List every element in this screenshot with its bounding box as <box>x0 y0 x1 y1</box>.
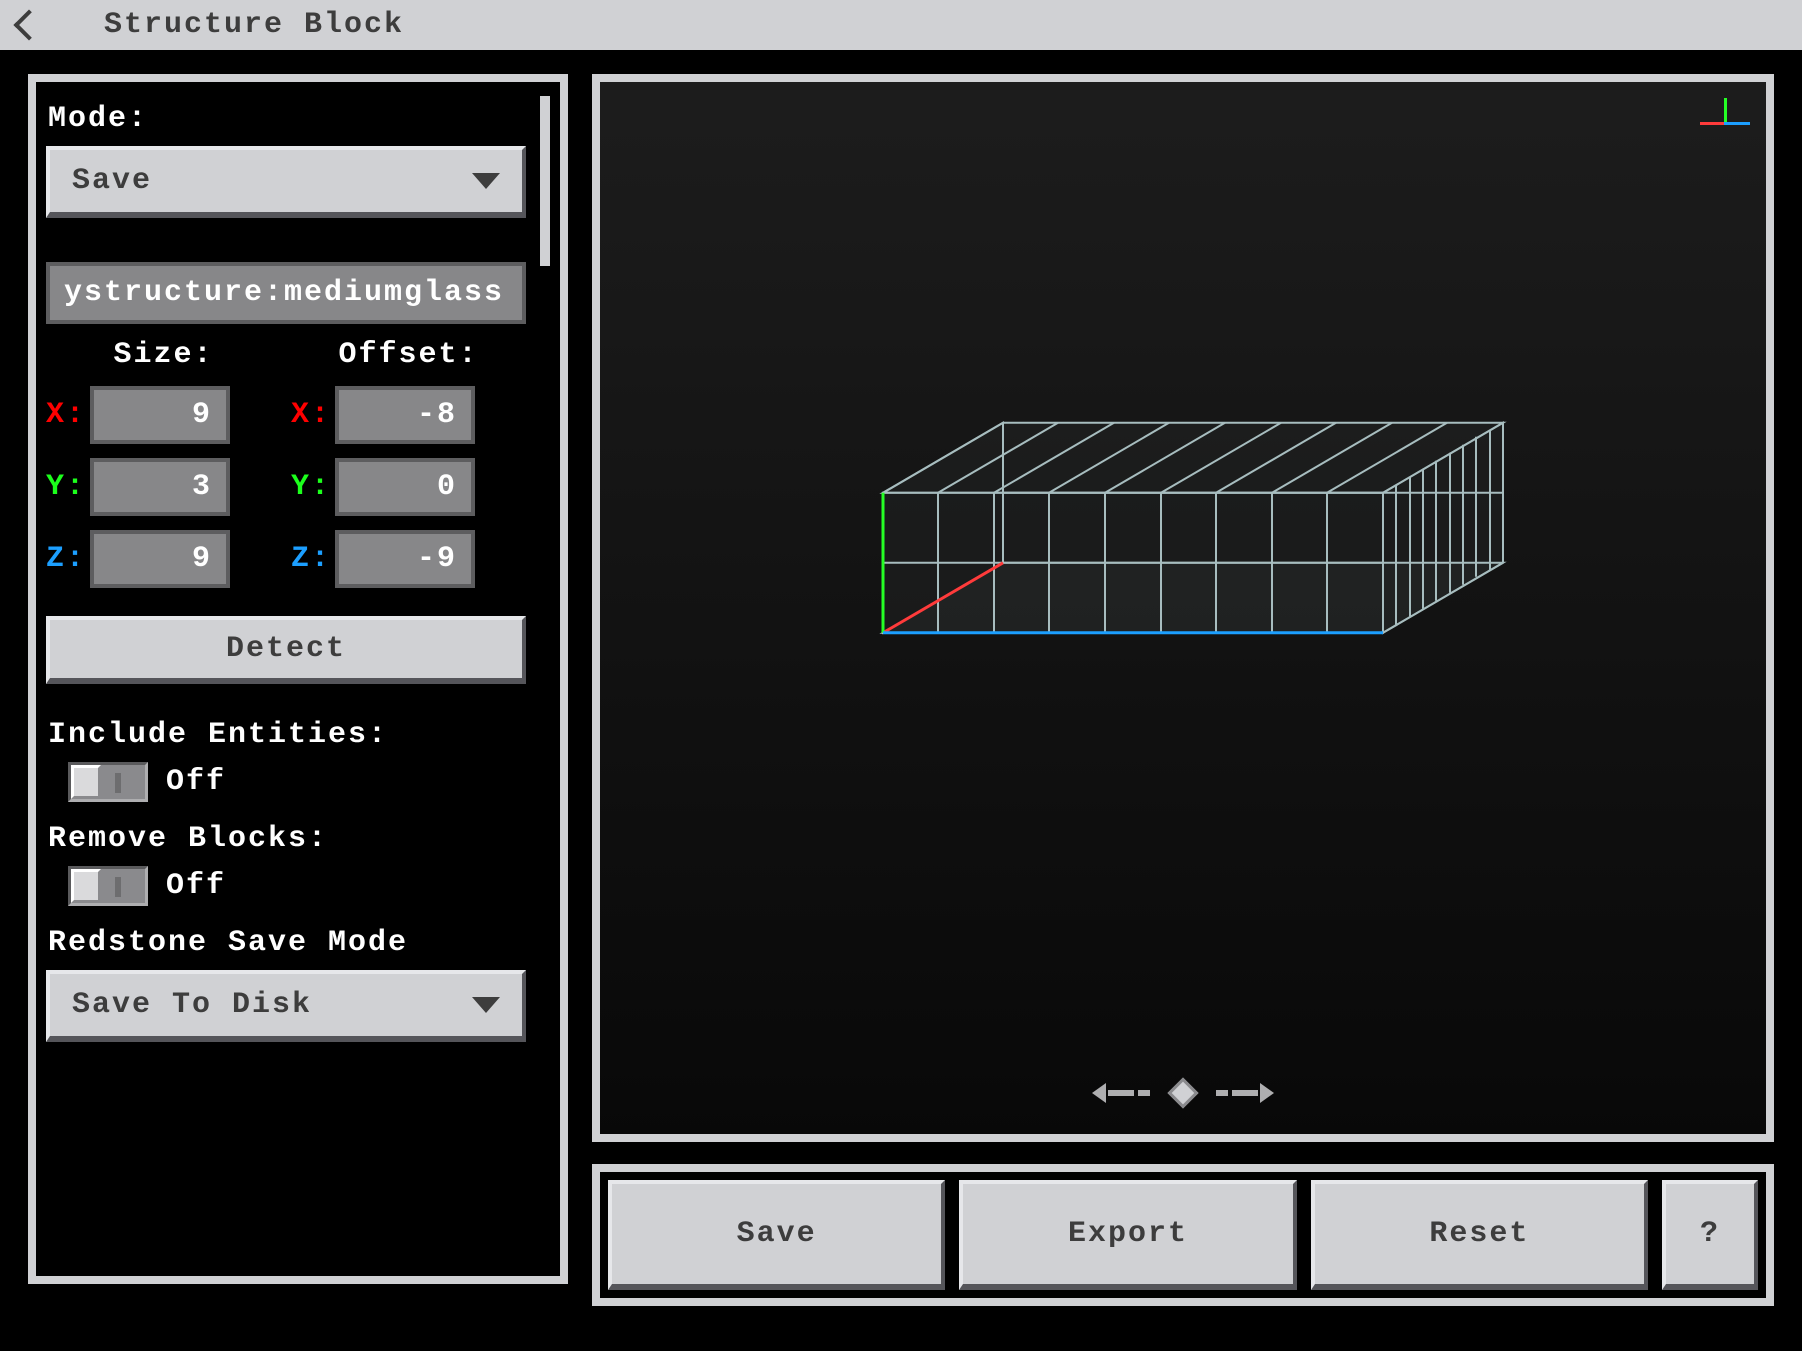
detect-button[interactable]: Detect <box>46 616 526 684</box>
chevron-down-icon <box>472 997 500 1013</box>
scrollbar[interactable] <box>540 96 550 266</box>
arrow-left-icon <box>1092 1083 1106 1103</box>
offset-y-input[interactable]: 0 <box>335 458 475 516</box>
size-x-input[interactable]: 9 <box>90 386 230 444</box>
redstone-label: Redstone Save Mode <box>48 926 526 960</box>
reset-button[interactable]: Reset <box>1311 1180 1648 1290</box>
back-icon[interactable] <box>13 9 44 40</box>
help-button[interactable]: ? <box>1662 1180 1758 1290</box>
size-z-input[interactable]: 9 <box>90 530 230 588</box>
mode-value: Save <box>72 164 152 198</box>
structure-preview <box>803 373 1563 793</box>
remove-blocks-label: Remove Blocks: <box>48 822 526 856</box>
axis-x-label: X: <box>46 398 80 432</box>
offset-axis-y-label: Y: <box>291 470 325 504</box>
save-button[interactable]: Save <box>608 1180 945 1290</box>
slider-knob-icon[interactable] <box>1167 1077 1198 1108</box>
size-label: Size: <box>46 338 281 372</box>
chevron-down-icon <box>472 173 500 189</box>
arrow-right-icon <box>1260 1083 1274 1103</box>
remove-blocks-toggle[interactable] <box>68 866 148 906</box>
topbar: Structure Block <box>0 0 1802 50</box>
remove-blocks-state: Off <box>166 869 226 903</box>
size-y-input[interactable]: 3 <box>90 458 230 516</box>
axis-z-label: Z: <box>46 542 80 576</box>
offset-z-input[interactable]: -9 <box>335 530 475 588</box>
axis-gizmo-icon <box>1700 98 1750 148</box>
include-entities-toggle[interactable] <box>68 762 148 802</box>
bottom-button-bar: Save Export Reset ? <box>592 1164 1774 1306</box>
offset-axis-z-label: Z: <box>291 542 325 576</box>
offset-label: Offset: <box>291 338 526 372</box>
preview-panel[interactable] <box>592 74 1774 1142</box>
mode-label: Mode: <box>48 102 526 136</box>
structure-name-input[interactable]: ystructure:mediumglass <box>46 262 526 324</box>
page-title: Structure Block <box>104 8 404 42</box>
rotation-slider[interactable] <box>1092 1082 1274 1104</box>
settings-panel: Mode: Save ystructure:mediumglass Size: … <box>28 74 568 1284</box>
include-entities-state: Off <box>166 765 226 799</box>
export-button[interactable]: Export <box>959 1180 1296 1290</box>
redstone-value: Save To Disk <box>72 988 312 1022</box>
axis-y-label: Y: <box>46 470 80 504</box>
mode-dropdown[interactable]: Save <box>46 146 526 218</box>
offset-x-input[interactable]: -8 <box>335 386 475 444</box>
offset-axis-x-label: X: <box>291 398 325 432</box>
redstone-dropdown[interactable]: Save To Disk <box>46 970 526 1042</box>
include-entities-label: Include Entities: <box>48 718 526 752</box>
